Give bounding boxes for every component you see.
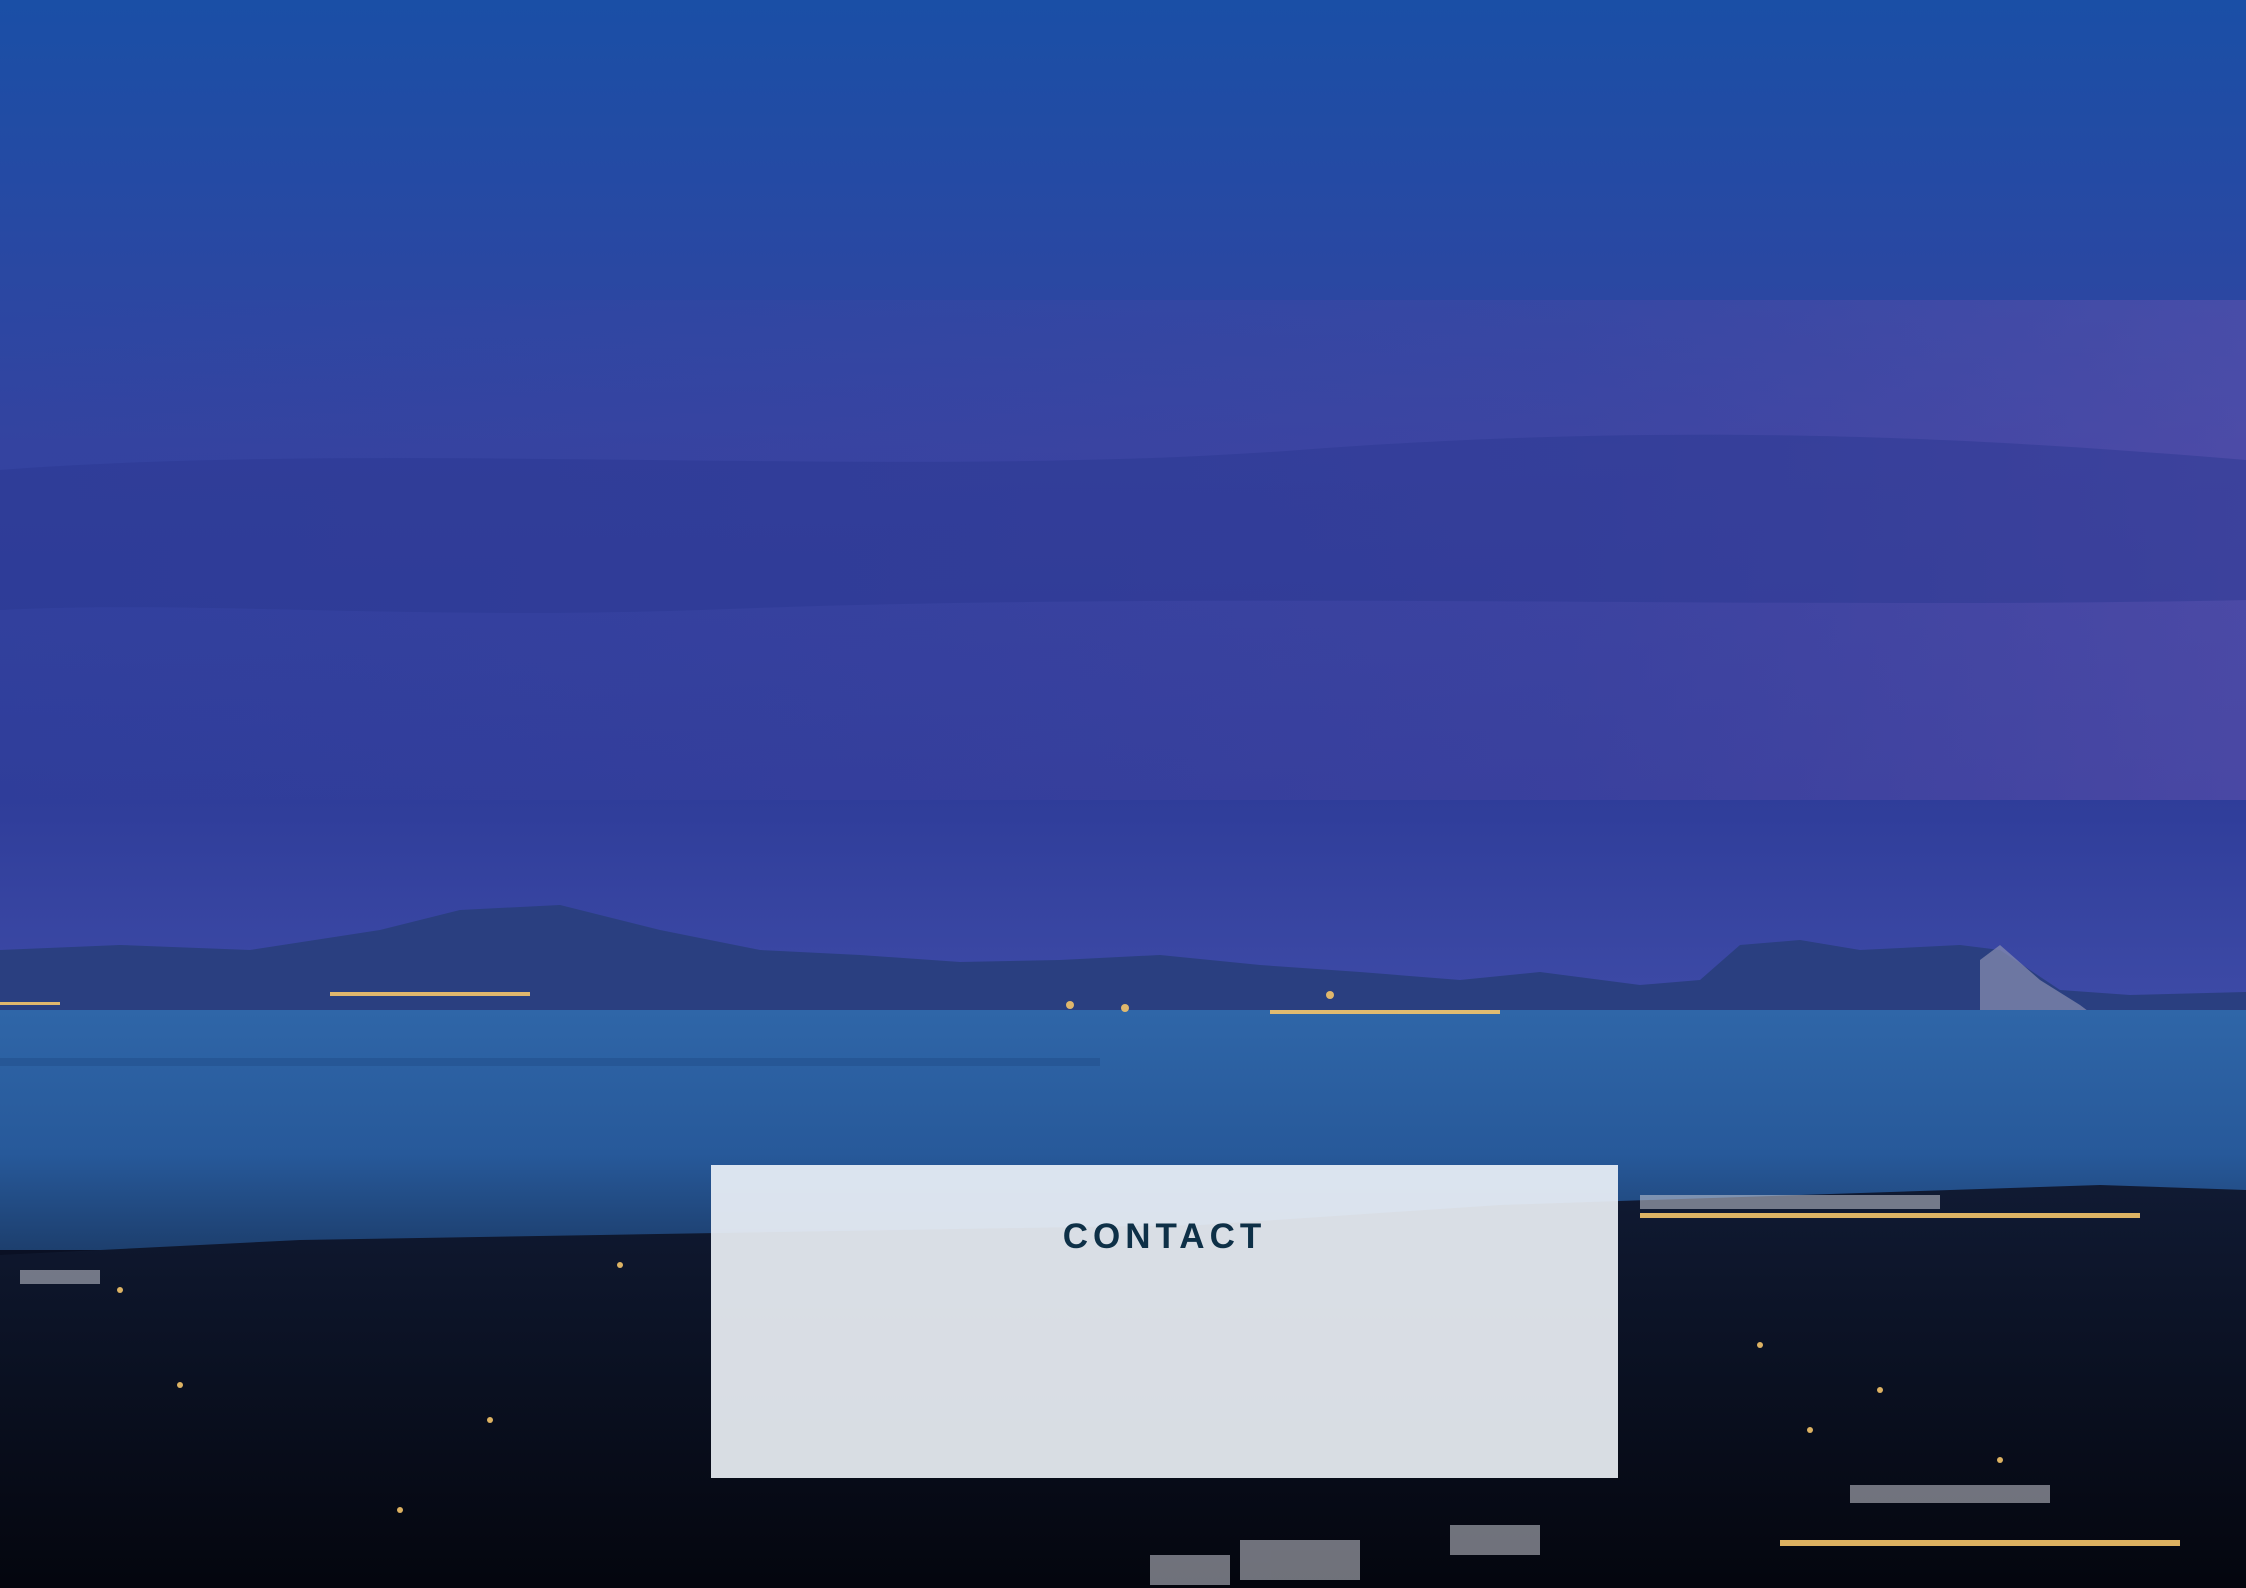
contact-title: CONTACT [1062,1217,1267,1256]
contact-panel: CONTACT [711,1165,1618,1478]
sea-streak [0,1058,1100,1066]
cloud-band [0,434,2246,613]
